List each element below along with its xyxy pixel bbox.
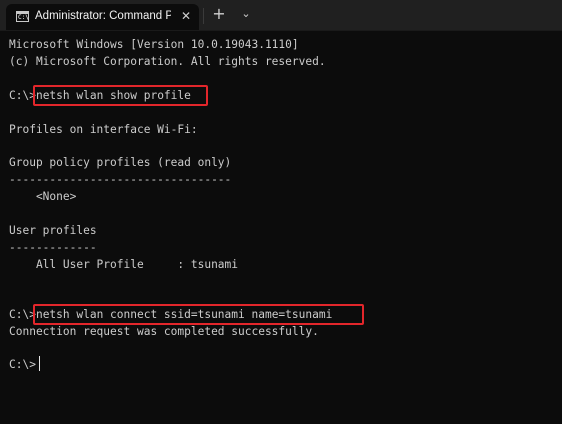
connect-result: Connection request was completed success… — [9, 325, 319, 338]
command-prompt-icon-glyph: C:\ — [18, 14, 29, 21]
user-profile-entry: All User Profile : tsunami — [9, 258, 239, 271]
user-profiles-header: User profiles — [9, 224, 97, 237]
copyright-line: (c) Microsoft Corporation. All rights re… — [9, 55, 326, 68]
close-tab-icon[interactable]: ✕ — [179, 8, 193, 24]
group-policy-divider: --------------------------------- — [9, 173, 232, 186]
command-line-3[interactable]: C:\> — [9, 356, 36, 373]
tab-bar: C:\ Administrator: Command Promp ✕ + ⌄ — [0, 0, 562, 31]
prompt: C:\> — [9, 358, 36, 371]
profiles-header: Profiles on interface Wi-Fi: — [9, 123, 198, 136]
terminal-window: C:\ Administrator: Command Promp ✕ + ⌄ M… — [0, 0, 562, 424]
version-line: Microsoft Windows [Version 10.0.19043.11… — [9, 38, 299, 51]
command-prompt-icon: C:\ — [16, 11, 29, 22]
tab-separator — [203, 8, 204, 24]
chevron-down-icon[interactable]: ⌄ — [238, 5, 254, 23]
group-policy-value: <None> — [9, 190, 77, 203]
new-tab-button[interactable]: + — [210, 4, 228, 24]
text-cursor — [39, 356, 40, 371]
prompt: C:\> — [9, 89, 36, 102]
command-highlight-box — [33, 85, 208, 106]
prompt: C:\> — [9, 308, 36, 321]
user-profiles-divider: ------------- — [9, 241, 97, 254]
group-policy-header: Group policy profiles (read only) — [9, 156, 232, 169]
command-highlight-box — [33, 304, 364, 325]
tab-command-prompt[interactable]: C:\ Administrator: Command Promp ✕ — [6, 4, 199, 30]
tab-title: Administrator: Command Promp — [35, 10, 171, 22]
